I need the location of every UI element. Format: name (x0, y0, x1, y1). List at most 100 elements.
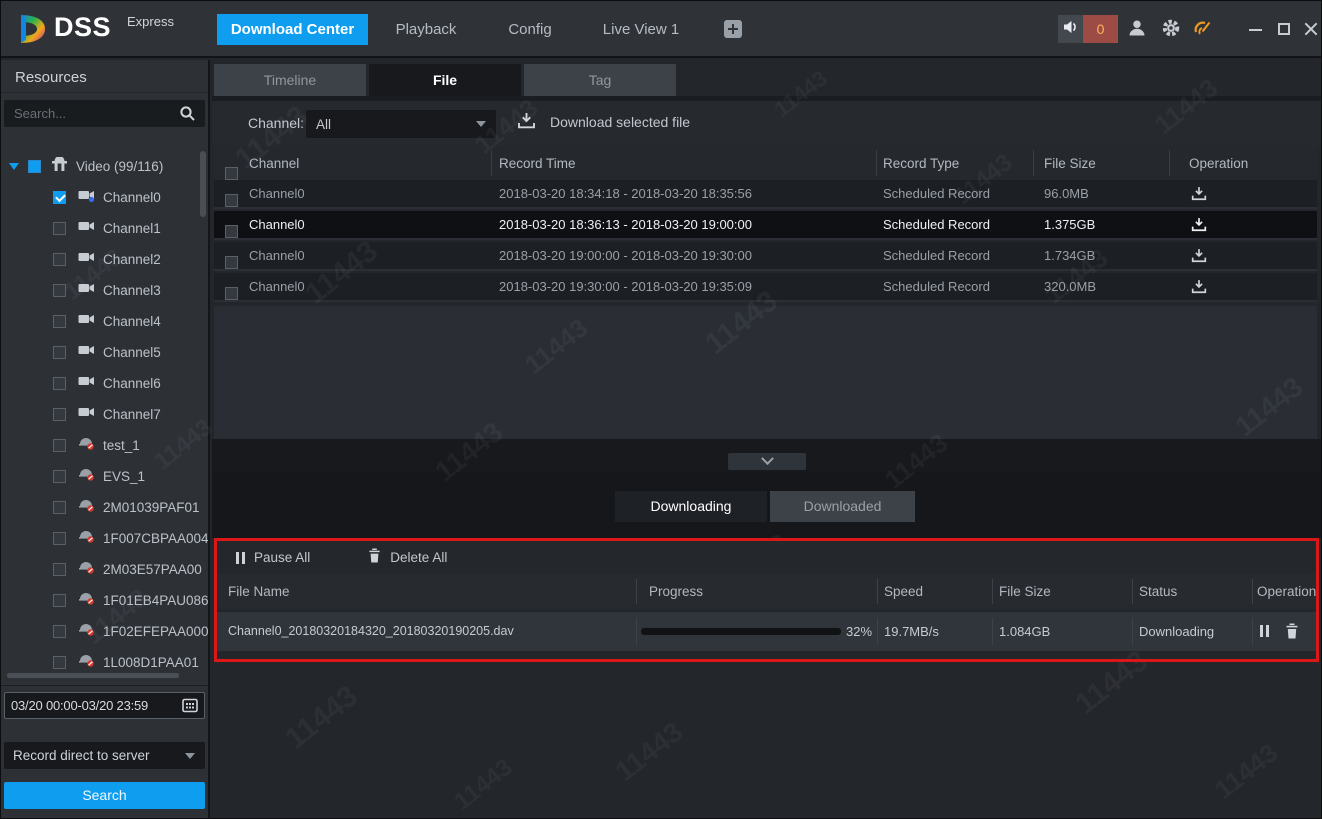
file-row-3[interactable]: Channel0 2018-03-20 19:00:00 - 2018-03-2… (214, 242, 1317, 271)
cell-record-time: 2018-03-20 19:30:00 - 2018-03-20 19:35:0… (499, 279, 752, 294)
tab-timeline[interactable]: Timeline (214, 64, 366, 96)
tree-item-channel2[interactable]: Channel2 (1, 244, 208, 275)
delete-all-button[interactable]: Delete All (368, 548, 447, 568)
device-checkbox[interactable] (53, 439, 66, 452)
tree-item-device[interactable]: 2M03E57PAA00 (1, 554, 208, 585)
row-download-button[interactable] (1191, 279, 1207, 297)
tree-item-video-root[interactable]: Video (99/116) (1, 151, 208, 182)
minimize-button[interactable] (1246, 19, 1266, 39)
tree-item-test-1[interactable]: test_1 (1, 430, 208, 461)
expand-arrow-icon[interactable] (9, 163, 19, 170)
tree-item-evs-1[interactable]: EVS_1 (1, 461, 208, 492)
tree-item-channel1[interactable]: Channel1 (1, 213, 208, 244)
tree-item-channel6[interactable]: Channel6 (1, 368, 208, 399)
tree-item-channel7[interactable]: Channel7 (1, 399, 208, 430)
device-checkbox[interactable] (53, 501, 66, 514)
add-tab-button[interactable] (724, 20, 742, 38)
select-all-checkbox[interactable] (225, 167, 238, 180)
device-checkbox[interactable] (53, 532, 66, 545)
download-selected-button[interactable]: Download selected file (517, 112, 690, 132)
cell-channel: Channel0 (249, 186, 305, 201)
record-source-select[interactable]: Record direct to server (4, 742, 205, 769)
channel3-checkbox[interactable] (53, 284, 66, 297)
tree-item-channel0[interactable]: Channel0 (1, 182, 208, 213)
close-button[interactable] (1301, 19, 1321, 39)
user-icon (1127, 18, 1147, 43)
alarm-count-badge[interactable]: 0 (1083, 15, 1118, 43)
tree-horizontal-scrollbar[interactable] (7, 673, 179, 678)
file-row-2-selected[interactable]: Channel0 2018-03-20 18:36:13 - 2018-03-2… (214, 211, 1317, 240)
row-checkbox[interactable] (225, 194, 238, 207)
tree-item-channel3[interactable]: Channel3 (1, 275, 208, 306)
nav-tab-live-view-1[interactable]: Live View 1 (596, 14, 686, 45)
date-range-input[interactable]: 03/20 00:00-03/20 23:59 (4, 692, 205, 719)
channel6-checkbox[interactable] (53, 377, 66, 390)
device-checkbox[interactable] (53, 656, 66, 669)
tree-item-device[interactable]: 1F01EB4PAU086 (1, 585, 208, 616)
calendar-icon[interactable] (182, 698, 198, 718)
tab-downloaded[interactable]: Downloaded (770, 491, 915, 522)
file-row-1[interactable]: Channel0 2018-03-20 18:34:18 - 2018-03-2… (214, 180, 1317, 209)
network-monitor-button[interactable] (1193, 19, 1213, 41)
tree-item-partial[interactable] (1, 678, 208, 681)
channel1-checkbox[interactable] (53, 222, 66, 235)
tab-tag[interactable]: Tag (524, 64, 676, 96)
maximize-icon (1278, 23, 1290, 35)
dome-camera-offline-icon (78, 560, 95, 579)
maximize-button[interactable] (1275, 19, 1295, 39)
tree-item-label: Channel3 (103, 283, 161, 298)
row-download-button[interactable] (1191, 248, 1207, 266)
download-row[interactable]: Channel0_20180320184320_20180320190205.d… (217, 612, 1316, 651)
col-record-time: Record Time (499, 156, 576, 171)
delete-download-button[interactable] (1285, 623, 1299, 642)
channel-select[interactable]: All (306, 110, 496, 138)
alarm-sound-button[interactable] (1058, 15, 1083, 43)
channel2-checkbox[interactable] (53, 253, 66, 266)
row-checkbox[interactable] (225, 256, 238, 269)
tree-item-channel5[interactable]: Channel5 (1, 337, 208, 368)
download-panel-highlight: Pause All Delete All File Name Progress (214, 538, 1319, 662)
tree-item-channel4[interactable]: Channel4 (1, 306, 208, 337)
user-button[interactable] (1127, 18, 1147, 43)
col-file-size: File Size (1044, 156, 1096, 171)
row-download-button[interactable] (1191, 186, 1207, 204)
tree-item-label: 1F01EB4PAU086 (103, 593, 208, 608)
download-table-header: File Name Progress Speed File Size Statu… (217, 574, 1316, 609)
collapse-strip (212, 439, 1322, 472)
tree-vertical-scrollbar[interactable] (200, 151, 206, 217)
row-download-button[interactable] (1191, 217, 1207, 235)
cell-record-time: 2018-03-20 18:34:18 - 2018-03-20 18:35:5… (499, 186, 752, 201)
camera-icon (78, 344, 95, 362)
search-button[interactable]: Search (4, 782, 205, 809)
device-checkbox[interactable] (53, 625, 66, 638)
tree-item-device[interactable]: 2M01039PAF01 (1, 492, 208, 523)
file-row-4[interactable]: Channel0 2018-03-20 19:30:00 - 2018-03-2… (214, 273, 1317, 302)
video-root-checkbox[interactable] (28, 160, 41, 173)
channel5-checkbox[interactable] (53, 346, 66, 359)
device-checkbox[interactable] (53, 470, 66, 483)
tab-file[interactable]: File (369, 64, 521, 96)
channel7-checkbox[interactable] (53, 408, 66, 421)
col-status: Status (1139, 584, 1177, 599)
settings-button[interactable] (1161, 18, 1181, 43)
tree-item-label: Channel2 (103, 252, 161, 267)
tree-item-device[interactable]: 1F02EFEPAA000 (1, 616, 208, 647)
brand-suffix: Express (127, 14, 174, 29)
device-checkbox[interactable] (53, 594, 66, 607)
nav-tab-playback[interactable]: Playback (386, 14, 466, 45)
resource-search-input[interactable]: Search... (4, 100, 205, 127)
pause-download-button[interactable] (1260, 625, 1269, 637)
nav-tab-config[interactable]: Config (500, 14, 560, 45)
nav-tab-download-center[interactable]: Download Center (217, 14, 368, 45)
pause-all-button[interactable]: Pause All (236, 550, 310, 565)
collapse-panel-button[interactable] (728, 453, 806, 470)
resources-header: Resources (1, 60, 208, 93)
tree-item-device[interactable]: 1F007CBPAA004 (1, 523, 208, 554)
channel4-checkbox[interactable] (53, 315, 66, 328)
device-checkbox[interactable] (53, 563, 66, 576)
row-checkbox[interactable] (225, 287, 238, 300)
row-checkbox[interactable] (225, 225, 238, 238)
tab-downloading[interactable]: Downloading (615, 491, 767, 522)
channel0-checkbox[interactable] (53, 191, 66, 204)
tree-item-label: Channel1 (103, 221, 161, 236)
